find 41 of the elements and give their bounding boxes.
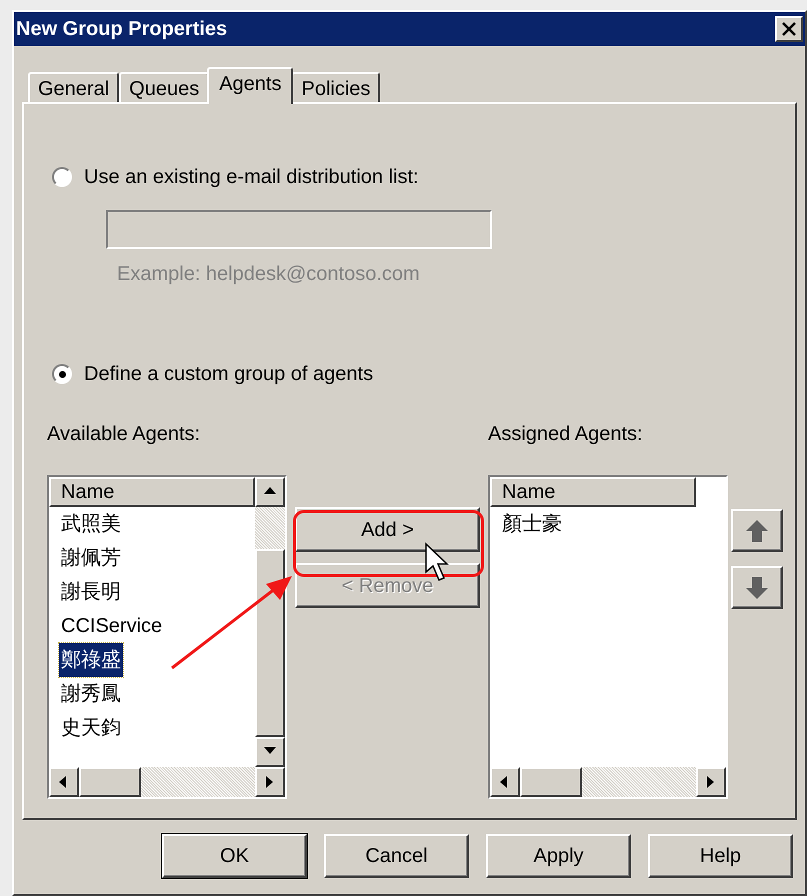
scroll-thumb[interactable]	[255, 549, 285, 737]
list-item[interactable]: 謝佩芳	[59, 541, 123, 575]
move-up-button[interactable]	[731, 509, 783, 552]
scroll-left-button[interactable]	[49, 767, 79, 797]
list-item[interactable]: 謝長明	[59, 575, 123, 609]
scroll-thumb[interactable]	[79, 767, 141, 797]
scroll-right-button[interactable]	[255, 767, 285, 797]
arrow-up-icon	[744, 518, 770, 544]
radio-button[interactable]	[52, 364, 72, 384]
transfer-button[interactable]: Add >	[295, 507, 480, 552]
scroll-right-button[interactable]	[696, 767, 726, 797]
list-item[interactable]: 史天鈞	[59, 711, 123, 745]
list-item[interactable]: 謝秀鳳	[59, 677, 123, 711]
tab[interactable]: Agents	[207, 67, 294, 104]
scroll-thumb[interactable]	[520, 767, 582, 797]
tab[interactable]: Queues	[119, 72, 210, 104]
example-hint: Example: helpdesk@contoso.com	[117, 262, 421, 287]
dialog-button[interactable]: Apply	[486, 834, 631, 878]
radio-label: Use an existing e-mail distribution list:	[84, 165, 419, 190]
move-down-button[interactable]	[731, 566, 783, 609]
list-item[interactable]: 顏士豪	[500, 507, 564, 541]
list-item[interactable]: 武照美	[59, 507, 123, 541]
scroll-left-button[interactable]	[490, 767, 520, 797]
tab[interactable]: Policies	[291, 72, 380, 104]
list-item[interactable]: CCIService	[59, 609, 164, 643]
scroll-up-button[interactable]	[255, 477, 285, 507]
list-label: Available Agents:	[47, 422, 202, 447]
window-title: New Group Properties	[16, 17, 228, 42]
dialog-button[interactable]: OK	[162, 834, 307, 878]
radio-label: Define a custom group of agents	[84, 362, 374, 387]
close-icon	[781, 22, 797, 36]
scroll-down-button[interactable]	[255, 737, 285, 767]
close-button[interactable]	[775, 16, 803, 42]
dialog-button[interactable]: Help	[648, 834, 793, 878]
list-label: Assigned Agents:	[488, 422, 644, 447]
dialog-button[interactable]: Cancel	[324, 834, 469, 878]
column-header[interactable]: Name	[49, 477, 255, 507]
list-item[interactable]: 鄭祿盛	[59, 643, 123, 677]
arrow-down-icon	[744, 574, 770, 600]
tab[interactable]: General	[28, 72, 120, 104]
column-header[interactable]: Name	[490, 477, 696, 507]
